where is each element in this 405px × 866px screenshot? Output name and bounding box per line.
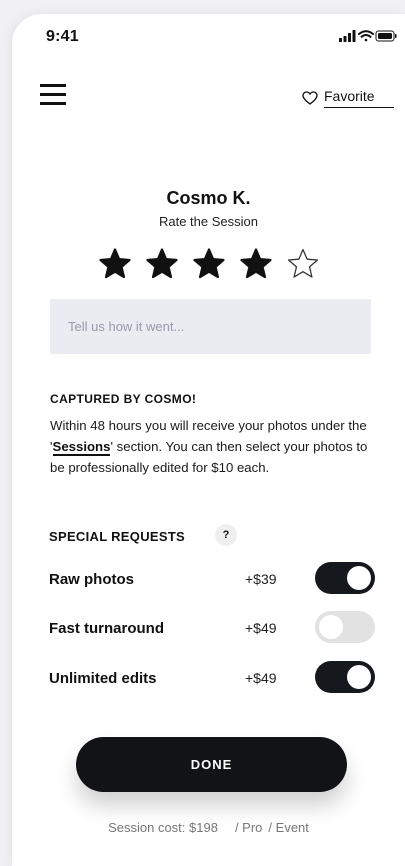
request-price: +$49 <box>245 620 277 636</box>
session-summary: Session cost: $198 / Pro / Event <box>12 820 405 835</box>
status-icons <box>339 30 397 42</box>
hamburger-menu-icon[interactable] <box>40 84 66 106</box>
request-name: Unlimited edits <box>49 670 157 687</box>
request-row-raw-photos: Raw photos +$39 <box>49 562 379 596</box>
signal-icon <box>339 30 356 42</box>
rate-session-subtitle: Rate the Session <box>158 214 258 229</box>
request-row-fast-turnaround: Fast turnaround +$49 <box>49 611 379 645</box>
request-name: Fast turnaround <box>49 620 164 637</box>
star-filled-icon[interactable] <box>145 247 179 281</box>
photographer-name: Cosmo K. <box>166 188 251 208</box>
toggle-knob <box>347 665 371 689</box>
star-outline-icon[interactable] <box>286 247 320 281</box>
star-filled-icon[interactable] <box>239 247 273 281</box>
request-price: +$39 <box>245 571 277 587</box>
status-bar: 9:41 <box>12 14 405 54</box>
favorite-label: Favorite <box>324 88 394 108</box>
feedback-input[interactable] <box>50 299 371 354</box>
done-button[interactable]: DONE <box>76 737 347 792</box>
fast-turnaround-toggle[interactable] <box>315 611 375 643</box>
phone-screen: 9:41 Favorite Cosmo K. Rate the Session … <box>12 14 405 866</box>
heart-outline-icon <box>302 91 318 105</box>
special-requests-heading: SPECIAL REQUESTS <box>49 529 186 544</box>
battery-icon <box>375 30 397 42</box>
star-rating[interactable] <box>98 247 320 281</box>
star-filled-icon[interactable] <box>192 247 226 281</box>
status-time: 9:41 <box>46 28 79 45</box>
unlimited-edits-toggle[interactable] <box>315 661 375 693</box>
star-filled-icon[interactable] <box>98 247 132 281</box>
request-name: Raw photos <box>49 571 134 588</box>
toggle-knob <box>319 615 343 639</box>
help-button[interactable]: ? <box>215 524 237 546</box>
sessions-link[interactable]: Sessions <box>52 439 111 456</box>
wifi-icon <box>358 30 374 42</box>
session-cost: Session cost: $198 <box>108 820 218 835</box>
request-price: +$49 <box>245 670 277 686</box>
raw-photos-toggle[interactable] <box>315 562 375 594</box>
favorite-button[interactable]: Favorite <box>302 88 394 108</box>
toggle-knob <box>347 566 371 590</box>
request-row-unlimited-edits: Unlimited edits +$49 <box>49 661 379 695</box>
session-plan: / Pro <box>234 820 263 835</box>
captured-heading: CAPTURED BY COSMO! <box>50 392 197 406</box>
captured-body: Within 48 hours you will receive your ph… <box>50 418 368 475</box>
session-type: / Event <box>268 820 309 835</box>
